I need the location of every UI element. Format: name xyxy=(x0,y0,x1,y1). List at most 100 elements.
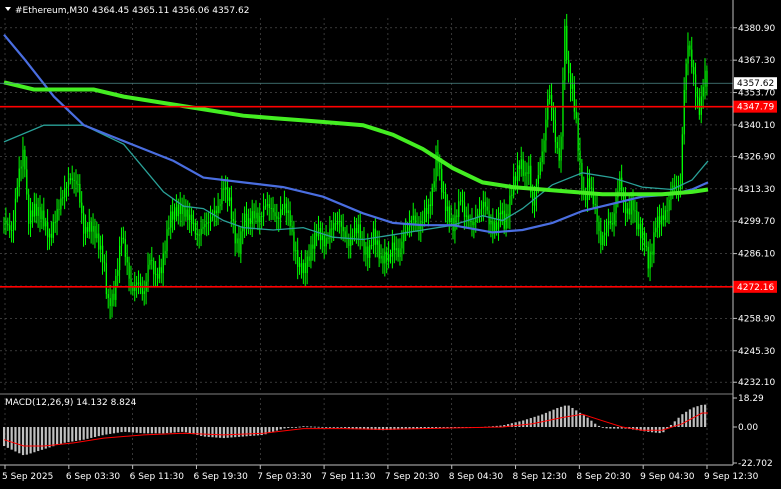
candle-body xyxy=(484,201,486,207)
candle-body xyxy=(26,169,28,195)
candle-body xyxy=(18,168,20,188)
macd-bar xyxy=(10,427,13,450)
candle-body xyxy=(444,192,447,212)
candle-body xyxy=(634,210,636,212)
price-tick-label: 4258.90 xyxy=(738,314,775,324)
macd-bar xyxy=(704,404,707,428)
candle-body xyxy=(5,220,7,224)
macd-bar xyxy=(14,427,17,452)
macd-bar xyxy=(112,427,116,434)
time-tick-label: 7 Sep 03:30 xyxy=(257,472,312,482)
candle-body xyxy=(3,220,5,222)
candle-body xyxy=(568,60,570,74)
macd-bar xyxy=(336,427,339,428)
candle-body xyxy=(524,172,526,176)
candle-body xyxy=(41,210,43,220)
candle-body xyxy=(463,202,466,217)
candle-body xyxy=(429,204,431,206)
candle-body xyxy=(88,221,90,232)
candle-body xyxy=(217,206,219,214)
candle-body xyxy=(151,259,153,262)
price-tick-label: 4286.10 xyxy=(738,250,775,260)
time-tick-label: 7 Sep 11:30 xyxy=(321,472,376,482)
candle-body xyxy=(314,232,316,249)
candle-body xyxy=(482,201,485,209)
level-price-label: 4272.16 xyxy=(737,283,774,293)
candle-body xyxy=(511,194,513,196)
candle-body xyxy=(79,183,81,203)
candle-body xyxy=(630,200,632,215)
candle-body xyxy=(196,233,198,235)
candle-body xyxy=(174,207,176,220)
candle-body xyxy=(225,186,227,190)
candle-body xyxy=(272,207,274,213)
candle-body xyxy=(240,231,242,254)
candle-body xyxy=(590,187,593,189)
candle-body xyxy=(264,205,267,207)
macd-bar xyxy=(67,427,70,443)
candle-body xyxy=(448,206,450,223)
candle-body xyxy=(412,215,414,221)
candle-body xyxy=(556,142,558,149)
candle-body xyxy=(266,204,269,206)
candle-body xyxy=(696,96,699,99)
candle-body xyxy=(338,220,341,222)
macd-bar xyxy=(529,418,532,428)
candle-body xyxy=(128,262,130,279)
candle-body xyxy=(183,205,185,217)
candle-body xyxy=(223,188,225,190)
candle-body xyxy=(96,233,98,239)
macd-bar xyxy=(120,427,123,433)
candle-body xyxy=(283,203,286,208)
candle-body xyxy=(486,206,488,211)
candle-body xyxy=(206,222,208,224)
candle-body xyxy=(208,221,210,223)
candle-body xyxy=(607,220,610,226)
macd-bar xyxy=(97,427,100,437)
macd-bar xyxy=(616,427,620,429)
macd-bar xyxy=(218,427,222,438)
candle-body xyxy=(187,209,189,221)
macd-bar xyxy=(234,427,237,438)
macd-bar xyxy=(33,427,36,453)
macd-bar xyxy=(283,427,286,429)
time-tick-label: 6 Sep 11:30 xyxy=(130,472,185,482)
macd-bar xyxy=(544,412,548,428)
candle-body xyxy=(460,200,462,202)
candle-body xyxy=(39,207,41,220)
candle-body xyxy=(465,215,467,217)
candle-body xyxy=(147,264,149,282)
candle-body xyxy=(194,223,197,234)
macd-bar xyxy=(279,427,282,430)
macd-bar xyxy=(556,408,559,428)
candle-body xyxy=(505,213,507,229)
candle-body xyxy=(58,208,60,210)
macd-bar xyxy=(203,427,207,437)
candle-body xyxy=(509,195,511,217)
macd-bar xyxy=(325,427,328,428)
candle-body xyxy=(109,298,111,307)
macd-bar xyxy=(563,405,567,428)
candle-body xyxy=(124,239,126,257)
macd-bar xyxy=(313,426,316,428)
candle-body xyxy=(77,183,79,185)
macd-tick-label: 18.29 xyxy=(738,394,764,404)
candle-body xyxy=(155,273,157,275)
macd-bar xyxy=(688,409,692,428)
candle-body xyxy=(200,228,202,236)
candle-body xyxy=(549,94,551,100)
candle-body xyxy=(689,45,691,50)
macd-bar xyxy=(192,427,195,435)
candle-body xyxy=(9,225,11,231)
trading-chart[interactable]: 4380.90 4367.30 4353.70 4340.10 4326.90 4313.… xyxy=(0,0,781,489)
candle-body xyxy=(575,111,577,119)
candle-body xyxy=(640,223,642,239)
macd-bar xyxy=(86,427,89,439)
candle-body xyxy=(363,239,365,255)
candle-body xyxy=(643,231,646,246)
candle-body xyxy=(202,226,204,229)
candle-body xyxy=(676,185,678,187)
candle-body xyxy=(439,163,441,169)
macd-bar xyxy=(537,415,540,428)
macd-bar xyxy=(211,427,214,438)
